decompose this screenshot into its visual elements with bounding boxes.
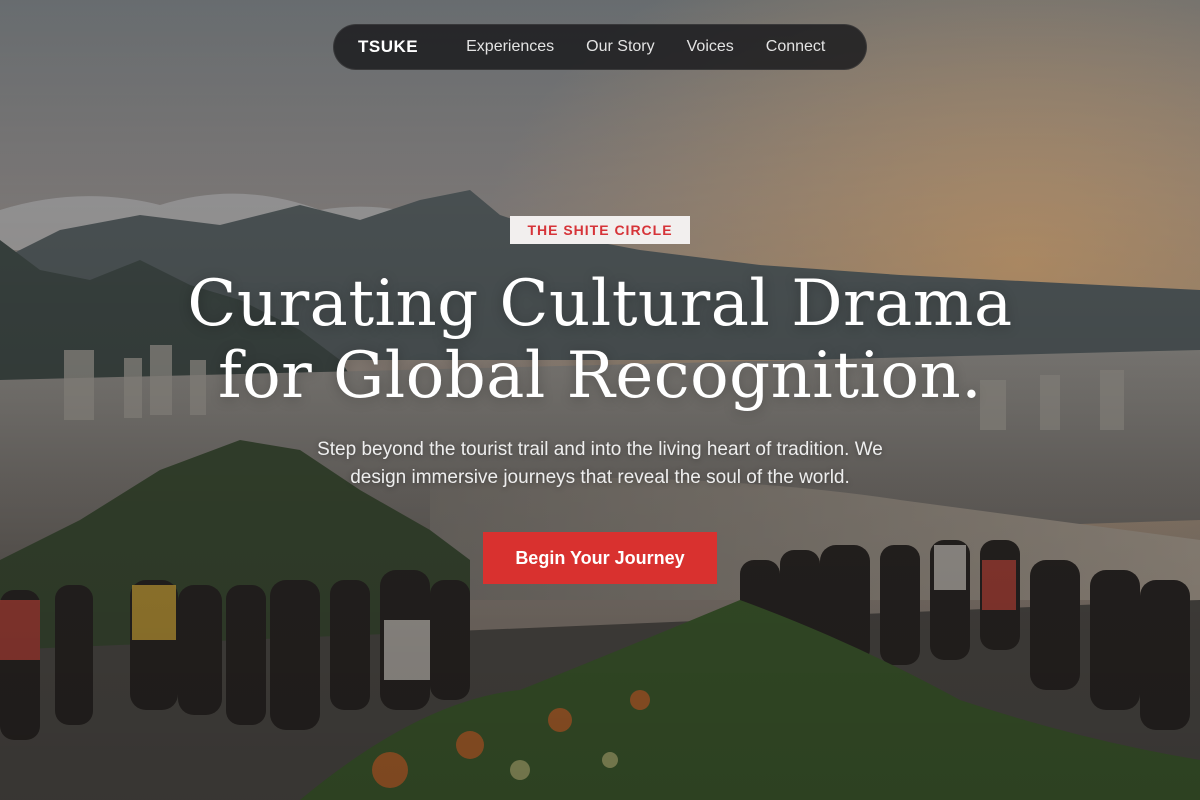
nav-links: Experiences Our Story Voices Connect (466, 38, 825, 56)
hero-subtitle-line-2: design immersive journeys that reveal th… (350, 467, 850, 488)
hero-headline-line-1: Curating Cultural Drama (187, 267, 1013, 341)
hero-headline: Curating Cultural Drama for Global Recog… (100, 268, 1100, 412)
top-navigation: TSUKE Experiences Our Story Voices Conne… (333, 24, 867, 70)
hero-subtitle-line-1: Step beyond the tourist trail and into t… (317, 439, 883, 460)
hero-headline-line-2: for Global Recognition. (217, 339, 983, 413)
hero-subtitle: Step beyond the tourist trail and into t… (270, 436, 930, 492)
section-badge: THE SHITE CIRCLE (510, 216, 690, 244)
hero-section: TSUKE Experiences Our Story Voices Conne… (0, 0, 1200, 800)
nav-link-experiences[interactable]: Experiences (466, 38, 554, 56)
brand-logo[interactable]: TSUKE (358, 37, 418, 57)
nav-link-voices[interactable]: Voices (687, 38, 734, 56)
nav-link-connect[interactable]: Connect (766, 38, 826, 56)
begin-journey-button[interactable]: Begin Your Journey (483, 532, 717, 584)
nav-link-our-story[interactable]: Our Story (586, 38, 654, 56)
